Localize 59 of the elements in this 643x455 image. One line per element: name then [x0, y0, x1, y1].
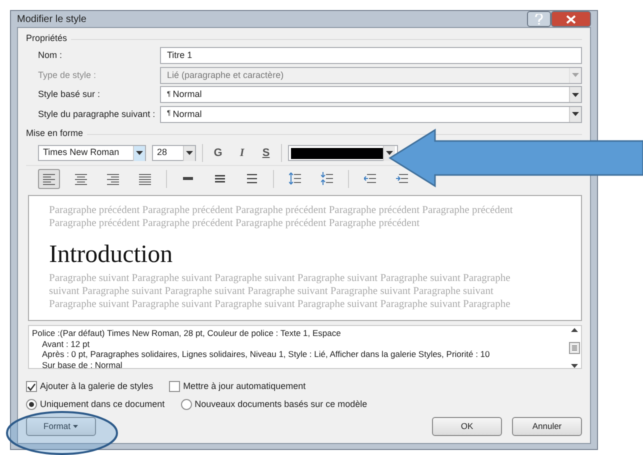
field-label: Style du paragraphe suivant : — [38, 108, 156, 121]
underline-button[interactable]: S — [257, 144, 275, 162]
align-left-icon — [43, 172, 55, 185]
cancel-button[interactable]: Annuler — [512, 416, 582, 436]
checkbox[interactable] — [26, 381, 37, 392]
help-icon — [535, 14, 543, 24]
preview-text: suivant Paragraphe suivant Paragraphe suivant Paragraphe suivant Paragraphe suivant Paragraphe suivant — [49, 285, 494, 298]
window-title: Modifier le style — [17, 12, 86, 26]
radio-button[interactable] — [26, 399, 37, 410]
size-dropdown[interactable]: 28 — [152, 145, 196, 161]
group-label: Mise en forme — [26, 127, 84, 140]
description-line: Après : 0 pt, Paragraphes solidaires, Lignes solidaires, Niveau 1, Style : Lié, Afficher dans la galerie Styles, Priorité : 10 — [41, 349, 490, 360]
line-spacing-icon — [246, 172, 258, 185]
group-label: Propriétés — [26, 32, 68, 46]
checkbox-label: Mettre à jour automatiquement — [183, 380, 306, 393]
line-spacing-icon — [214, 172, 226, 185]
paragraph-spacing-icon — [289, 172, 301, 185]
field-label: Type de style : — [38, 68, 98, 82]
align-left-button[interactable] — [38, 168, 60, 188]
caret-icon — [569, 87, 581, 102]
scroll-down-icon[interactable] — [571, 364, 578, 368]
preview-heading: Introduction — [49, 240, 174, 270]
format-button[interactable]: Format — [26, 416, 96, 436]
indent-icon — [396, 172, 408, 185]
description-line: Police :(Par défaut) Times New Roman, 28 pt, Couleur de police : Texte 1, Espace — [32, 328, 342, 338]
caret-icon — [133, 146, 145, 160]
italic-button[interactable]: I — [233, 144, 251, 162]
align-right-icon — [107, 172, 119, 185]
description-line: Avant : 12 pt — [41, 338, 91, 349]
ok-button[interactable]: OK — [432, 416, 502, 436]
radio-button[interactable] — [180, 399, 192, 410]
close-button[interactable] — [551, 11, 591, 27]
caret-icon — [569, 106, 581, 122]
preview-text: Paragraphe précédent Paragraphe précédent Paragraphe précédent Paragraphe précédent Paragraphe précédent — [49, 204, 514, 217]
checkbox[interactable] — [169, 381, 180, 392]
field-label: Style basé sur : — [38, 88, 102, 101]
justify-icon — [139, 172, 151, 185]
input-field[interactable]: Titre 1 — [160, 47, 582, 64]
radio-label: Uniquement dans ce document — [40, 398, 165, 411]
preview-text: Paragraphe suivant Paragraphe suivant Paragraphe suivant Paragraphe suivant Paragraphe suivant Paragraphe — [49, 298, 512, 311]
description-line: Sur base de : Normal — [41, 360, 124, 370]
field-label: Nom : — [38, 49, 64, 62]
caret-icon — [569, 68, 581, 83]
preview-text: Paragraphe suivant Paragraphe suivant Paragraphe suivant Paragraphe suivant Paragraphe suivant Paragraphe — [49, 272, 512, 285]
paragraph-spacing-icon — [321, 172, 333, 185]
color-dropdown[interactable] — [288, 145, 398, 161]
scroll-thumb[interactable] — [569, 342, 580, 354]
checkbox-label: Ajouter à la galerie de styles — [40, 380, 154, 393]
caret-icon — [183, 146, 195, 160]
radio-label: Nouveaux documents basés sur ce modèle — [194, 398, 368, 411]
caret-icon — [73, 424, 78, 428]
align-center-icon — [75, 172, 87, 185]
help-button[interactable] — [527, 11, 551, 27]
scroll-up-icon[interactable] — [571, 328, 578, 332]
font-dropdown[interactable]: Times New Roman — [38, 145, 146, 161]
indent-icon — [364, 172, 376, 185]
bold-button[interactable]: G — [209, 144, 227, 162]
preview-text: Paragraphe précédent Paragraphe précédent Paragraphe précédent Paragraphe précédent — [49, 217, 420, 230]
close-icon — [566, 14, 576, 24]
